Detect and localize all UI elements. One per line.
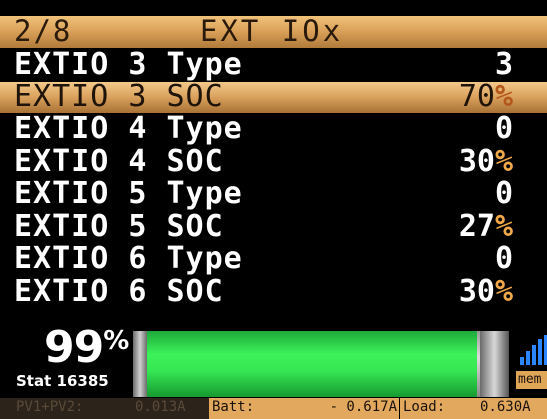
menu-row[interactable]: EXTIO 4 Type 0 (0, 111, 547, 146)
row-value: 70% (458, 79, 513, 114)
row-value: 30% (458, 274, 513, 309)
page-indicator: 2/8 (14, 14, 73, 48)
menu-row[interactable]: EXTIO 6 Type 0 (0, 241, 547, 276)
mem-label: mem (516, 371, 547, 389)
pv-label: PV1+PV2: (16, 399, 84, 415)
row-value: 27% (458, 209, 513, 244)
signal-bars-icon (518, 335, 547, 365)
battery-bar-right-cap (480, 331, 509, 397)
row-value: 30% (458, 144, 513, 179)
row-value: 0 (494, 241, 513, 276)
menu-row[interactable]: EXTIO 4 SOC 30% (0, 144, 547, 179)
row-label: EXTIO 3 Type (14, 47, 243, 82)
pv-readout: PV1+PV2: 0.013A (0, 398, 209, 419)
batt-readout: Batt: - 0.617A (209, 398, 399, 419)
page-title: EXT IOx (200, 14, 344, 48)
menu-row[interactable]: EXTIO 6 SOC 30% (0, 274, 547, 309)
status-footer: PV1+PV2: 0.013A Batt: - 0.617A Load: 0.6… (0, 398, 547, 419)
row-label: EXTIO 5 SOC (14, 209, 224, 244)
row-value: 0 (494, 176, 513, 211)
stat-readout: Stat 16385 (16, 372, 109, 390)
menu-row[interactable]: EXTIO 5 Type 0 (0, 176, 547, 211)
row-value: 0 (494, 111, 513, 146)
device-screen: 2/8 EXT IOx EXTIO 3 Type 3 EXTIO 3 SOC 70% E… (0, 0, 547, 419)
battery-bar-fill (147, 331, 477, 397)
menu-row[interactable]: EXTIO 5 SOC 27% (0, 209, 547, 244)
pv-value: 0.013A (135, 399, 186, 415)
row-label: EXTIO 4 SOC (14, 144, 224, 179)
batt-label: Batt: (212, 399, 255, 415)
battery-percent: 99% (44, 322, 129, 373)
row-label: EXTIO 3 SOC (14, 79, 224, 114)
load-label: Load: (403, 399, 446, 415)
row-label: EXTIO 6 SOC (14, 274, 224, 309)
batt-value: - 0.617A (329, 399, 397, 415)
load-value: 0.630A (480, 399, 531, 415)
row-value: 3 (494, 47, 513, 82)
row-label: EXTIO 4 Type (14, 111, 243, 146)
page-header: 2/8 EXT IOx (0, 14, 547, 48)
menu-row[interactable]: EXTIO 3 Type 3 (0, 47, 547, 82)
menu-row[interactable]: EXTIO 3 SOC 70% (0, 79, 547, 114)
load-readout: Load: 0.630A (400, 398, 547, 419)
battery-bar-left-cap (133, 331, 147, 397)
row-label: EXTIO 5 Type (14, 176, 243, 211)
row-label: EXTIO 6 Type (14, 241, 243, 276)
